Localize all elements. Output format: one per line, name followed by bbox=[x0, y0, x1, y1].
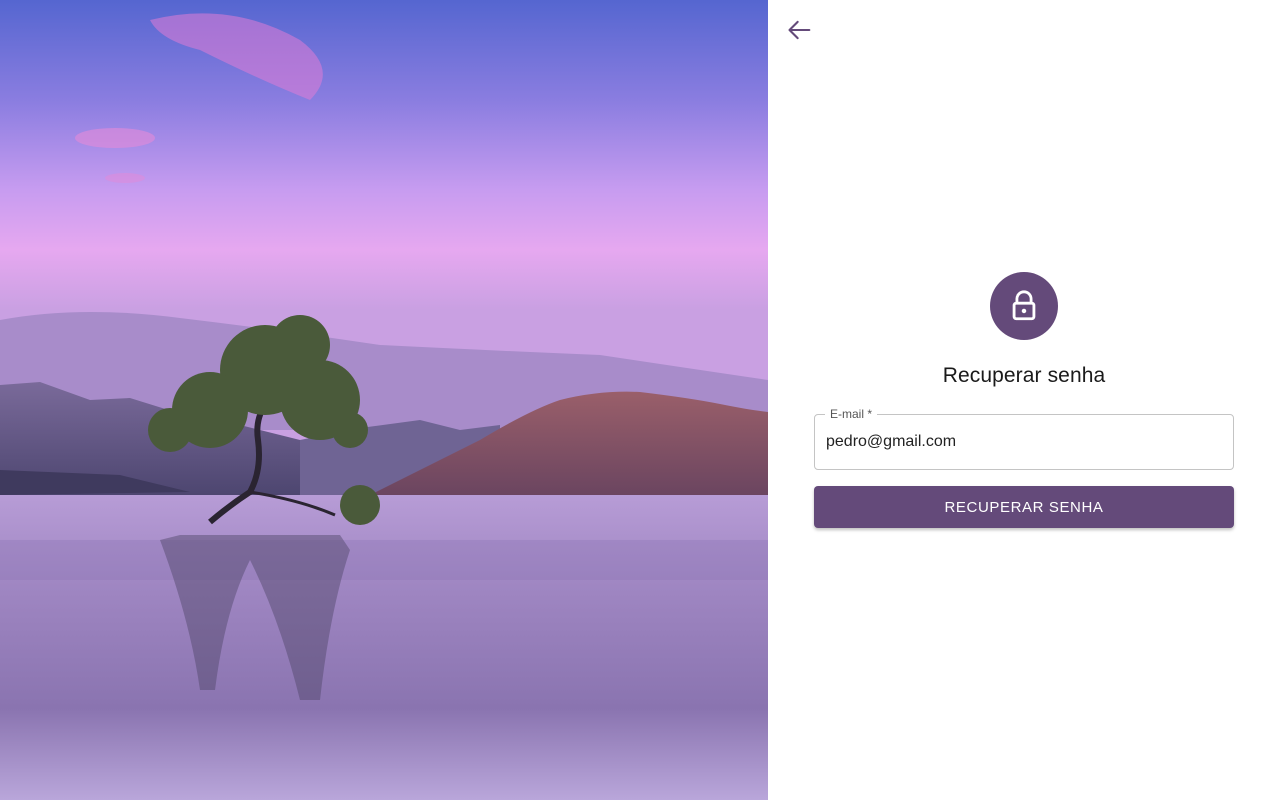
email-field[interactable]: E-mail * bbox=[814, 407, 1234, 470]
lock-avatar bbox=[990, 272, 1058, 340]
recover-password-button[interactable]: RECUPERAR SENHA bbox=[814, 486, 1234, 528]
email-input[interactable] bbox=[826, 431, 1222, 453]
email-label: E-mail * bbox=[825, 407, 878, 421]
recovery-panel: Recuperar senha E-mail * RECUPERAR SENHA bbox=[768, 0, 1280, 800]
hero-image bbox=[0, 0, 768, 800]
lock-icon bbox=[1012, 290, 1036, 321]
landscape-photo bbox=[0, 0, 768, 800]
arrow-left-icon bbox=[788, 20, 811, 40]
back-button[interactable] bbox=[782, 12, 818, 48]
page-title: Recuperar senha bbox=[942, 364, 1106, 387]
